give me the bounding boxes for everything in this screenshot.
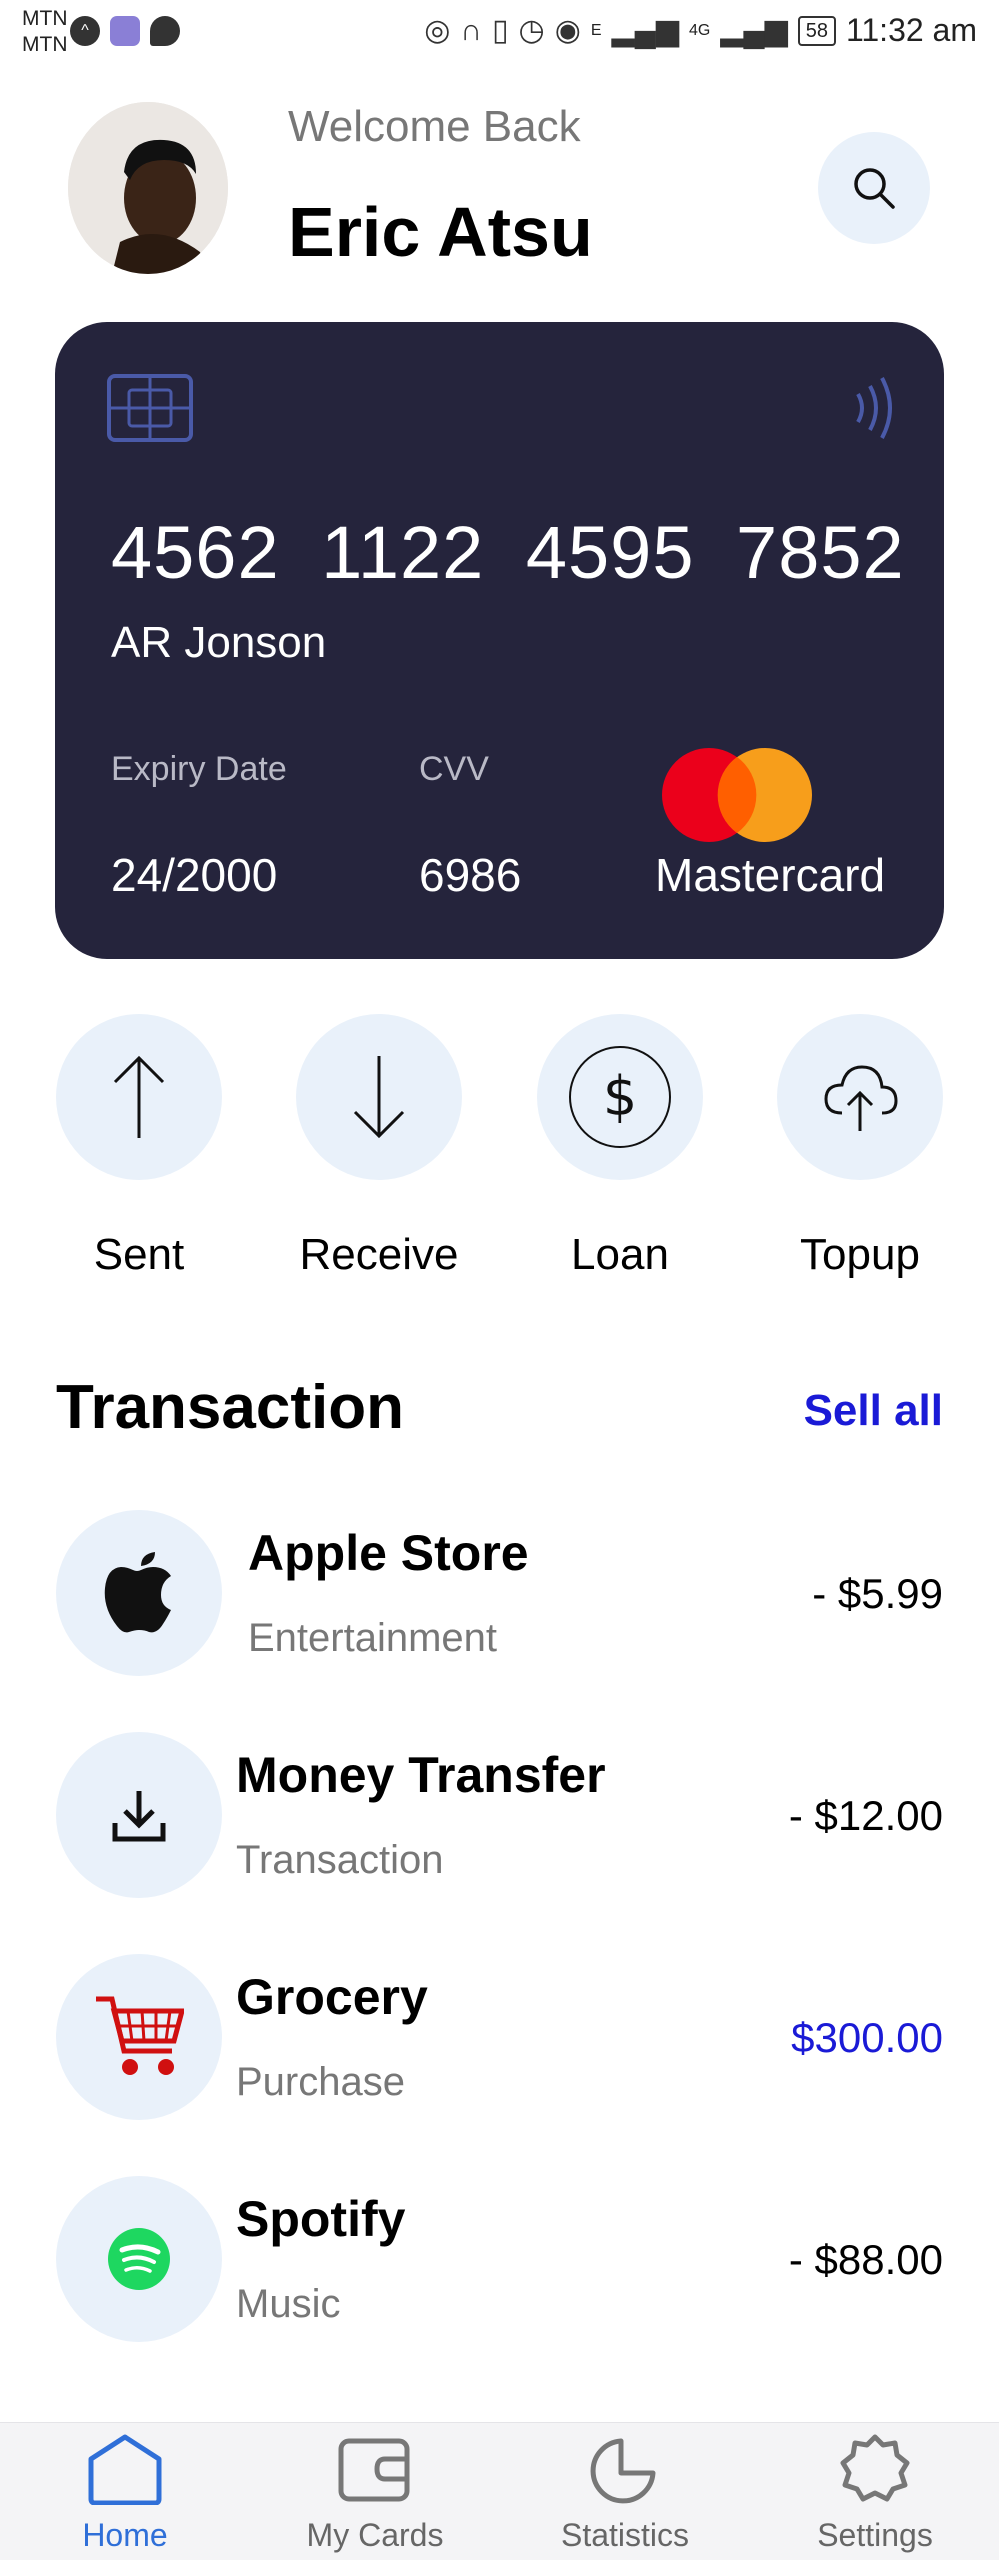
nav-label-my-cards: My Cards [306, 2517, 444, 2553]
transaction-item[interactable]: Money Transfer Transaction - $12.00 [56, 1732, 943, 1898]
transaction-amount: - $5.99 [812, 1570, 943, 1617]
expiry-label: Expiry Date [111, 750, 287, 788]
network-4g-label: 4G [688, 21, 711, 39]
user-name: Eric Atsu [288, 193, 593, 271]
transaction-title: Money Transfer [236, 1747, 606, 1803]
notification-icons: ^ [70, 16, 180, 46]
network-e-label: E [590, 21, 602, 39]
alarm-icon: ◷ [518, 14, 545, 47]
transactions-title: Transaction [56, 1373, 404, 1442]
action-topup[interactable]: Topup [777, 1014, 943, 1280]
action-receive-label: Receive [299, 1230, 459, 1279]
action-loan[interactable]: $ Loan [537, 1014, 703, 1280]
nav-label-home: Home [82, 2517, 168, 2553]
cloud-upload-icon [824, 1065, 898, 1131]
status-bar: MTN MTN ^ ◎ ∩ ▯ ◷ ◉ E ▂▄▆ 4G ▂▄▆ 58 11:3… [0, 0, 999, 70]
bottom-nav: Home My Cards Statistics Settings [0, 2422, 999, 2560]
vibrate-icon: ▯ [491, 14, 509, 47]
welcome-text: Welcome Back [288, 102, 581, 151]
hotspot-icon: ◎ [424, 14, 451, 47]
transaction-title: Spotify [236, 2191, 406, 2247]
action-sent-label: Sent [93, 1230, 185, 1279]
app-notification-icon: ^ [70, 16, 100, 46]
cvv-label: CVV [419, 750, 489, 788]
cart-icon [96, 1996, 184, 2075]
nav-item-statistics[interactable]: Statistics [525, 2433, 725, 2554]
message-icon [150, 16, 180, 46]
transaction-icon-bg [56, 1954, 222, 2120]
transaction-category: Entertainment [248, 1616, 498, 1660]
gear-icon [840, 2434, 910, 2502]
transaction-icon-bg [56, 2176, 222, 2342]
nav-item-home[interactable]: Home [25, 2433, 225, 2554]
transaction-item[interactable]: Grocery Purchase $300.00 [56, 1954, 943, 2120]
transaction-icon-bg [56, 1732, 222, 1898]
dollar-icon: $ [569, 1046, 671, 1148]
transaction-icon-bg [56, 1510, 222, 1676]
expiry-value: 24/2000 [111, 849, 278, 901]
transaction-amount: - $88.00 [788, 2236, 943, 2283]
headphones-icon: ∩ [460, 13, 482, 47]
arrow-up-icon [113, 1055, 165, 1138]
viber-icon [110, 16, 140, 46]
contactless-icon [856, 377, 892, 439]
cvv-value: 6986 [419, 849, 522, 901]
apple-icon [104, 1552, 171, 1633]
transaction-title: Apple Store [248, 1525, 529, 1581]
signal-icon: ▂▄▆ [611, 14, 679, 47]
transaction-category: Transaction [236, 1838, 444, 1882]
action-sent[interactable]: Sent [56, 1014, 222, 1280]
carrier-1: MTN [22, 7, 68, 30]
mastercard-logo [662, 748, 812, 842]
avatar[interactable] [68, 102, 228, 274]
spotify-icon [108, 2228, 170, 2290]
action-topup-label: Topup [800, 1230, 920, 1279]
transaction-item[interactable]: Spotify Music - $88.00 [56, 2176, 943, 2342]
see-all-link[interactable]: Sell all [804, 1386, 943, 1436]
card-number: 4562 1122 4595 7852 [111, 511, 905, 594]
transaction-category: Purchase [236, 2060, 405, 2104]
svg-text:$: $ [603, 1065, 637, 1128]
carrier-info: MTN MTN [22, 6, 68, 58]
home-icon [88, 2434, 162, 2505]
search-button[interactable] [818, 132, 930, 244]
carrier-2: MTN [22, 33, 68, 56]
system-status: ◎ ∩ ▯ ◷ ◉ E ▂▄▆ 4G ▂▄▆ 58 11:32 am [424, 12, 977, 49]
nav-label-settings: Settings [817, 2517, 933, 2553]
battery-level: 58 [797, 15, 836, 46]
action-loan-label: Loan [571, 1230, 669, 1279]
transaction-item[interactable]: Apple Store Entertainment - $5.99 [56, 1510, 943, 1676]
nav-item-my-cards[interactable]: My Cards [275, 2433, 475, 2554]
card-holder: AR Jonson [111, 618, 327, 667]
search-icon [854, 168, 895, 209]
clock: 11:32 am [845, 12, 977, 48]
action-topup-button[interactable] [777, 1014, 943, 1180]
transaction-title: Grocery [236, 1969, 428, 2025]
card-brand: Mastercard [655, 849, 886, 901]
eye-icon: ◉ [554, 14, 581, 47]
action-loan-button[interactable]: $ [537, 1014, 703, 1180]
transaction-amount: - $12.00 [788, 1792, 943, 1839]
arrow-down-icon [353, 1056, 405, 1139]
wallet-icon [338, 2438, 410, 2502]
transaction-amount: $300.00 [791, 2014, 943, 2061]
pie-chart-icon [590, 2438, 656, 2504]
bank-card[interactable]: 4562 1122 4595 7852 AR Jonson Expiry Dat… [55, 322, 944, 959]
chip-icon [107, 374, 193, 442]
signal-icon-2: ▂▄▆ [720, 14, 788, 47]
nav-item-settings[interactable]: Settings [775, 2433, 975, 2554]
transaction-category: Music [236, 2282, 341, 2326]
download-icon [112, 1791, 166, 1842]
nav-label-statistics: Statistics [560, 2517, 690, 2553]
action-receive-button[interactable] [296, 1014, 462, 1180]
action-sent-button[interactable] [56, 1014, 222, 1180]
action-receive[interactable]: Receive [296, 1014, 462, 1280]
